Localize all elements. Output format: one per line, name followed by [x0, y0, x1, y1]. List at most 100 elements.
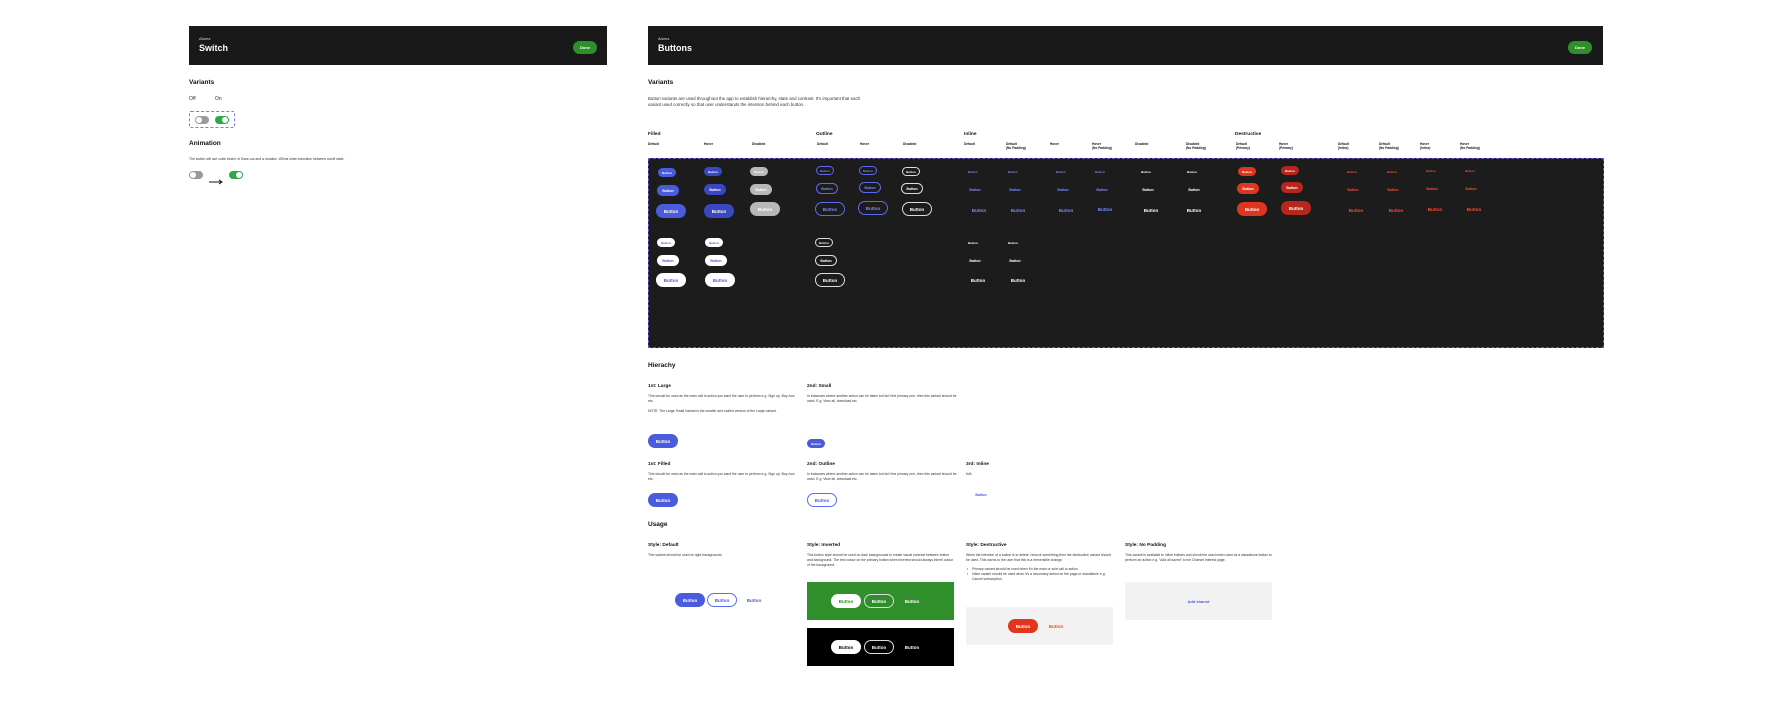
button-inline-hover-lg[interactable]: Button [1051, 203, 1081, 217]
button-inverted-outline-sm[interactable]: Button [815, 238, 833, 247]
buttons-title: Buttons [658, 43, 692, 53]
switch-knob [236, 172, 242, 178]
button-inverted-hover-lg[interactable]: Button [705, 273, 735, 287]
button-inverted-outline-md[interactable]: Button [815, 255, 837, 266]
button-inverted-default-sm[interactable]: Button [657, 238, 675, 247]
button-destructive-hover-sm[interactable]: Button [1281, 166, 1299, 175]
button-filled-hover-lg[interactable]: Button [704, 204, 734, 218]
button-inline-default-np-md[interactable]: Button [1004, 184, 1026, 195]
usage-destructive-title: Style: Destructive [966, 543, 1007, 548]
button-destructive-default-sm[interactable]: Button [1238, 167, 1256, 176]
usage-inverted-title: Style: Inverted [807, 543, 841, 548]
usage-default-outline-button[interactable]: Button [707, 593, 737, 607]
button-inline-default-lg[interactable]: Button [964, 203, 994, 217]
button-outline-hover-sm[interactable]: Button [859, 166, 877, 175]
button-destructive-inline-np-lg[interactable]: Button [1381, 203, 1411, 217]
switch-knob [222, 117, 228, 123]
button-inverted-default-md[interactable]: Button [657, 255, 679, 266]
button-filled-default-lg[interactable]: Button [656, 204, 686, 218]
switch-off[interactable] [195, 116, 209, 124]
usage-inverted-black-inline[interactable]: Button [897, 640, 927, 654]
col-inline-hover: Hover [1050, 142, 1060, 146]
button-inverted-inline-np-sm[interactable]: Button [1004, 238, 1022, 247]
button-inline-default-np-sm[interactable]: Button [1004, 167, 1022, 176]
button-filled-hover-md[interactable]: Button [704, 184, 726, 195]
button-filled-disabled-sm: Button [750, 167, 768, 176]
button-inverted-outline-lg[interactable]: Button [815, 273, 845, 287]
button-destructive-hover-np-sm[interactable]: Button [1461, 166, 1479, 175]
hierarchy-large: 1st: Large This should be used as the ma… [648, 384, 798, 414]
button-destructive-inline-np-md[interactable]: Button [1382, 184, 1404, 195]
hierarchy-outline-text: In instances where another action can be… [807, 472, 957, 481]
col-filled-default: Default [648, 142, 659, 146]
hierarchy-large-button[interactable]: Button [648, 434, 678, 448]
button-inline-hover-np-md[interactable]: Button [1091, 184, 1113, 195]
button-inline-hover-np-sm[interactable]: Button [1091, 167, 1109, 176]
usage-destructive-bullet-2-text: Inline variant should be used when it's … [972, 571, 1106, 581]
usage-default-inline-button[interactable]: Button [739, 593, 769, 607]
button-destructive-hover-np-lg[interactable]: Button [1459, 202, 1489, 216]
button-inline-default-sm[interactable]: Button [964, 167, 982, 176]
buttons-done-button[interactable]: Done [1568, 41, 1592, 54]
button-inline-hover-sm[interactable]: Button [1052, 167, 1070, 176]
button-inline-hover-md[interactable]: Button [1052, 184, 1074, 195]
hierarchy-inline-text: N/A [966, 472, 972, 476]
button-filled-default-md[interactable]: Button [657, 185, 679, 196]
button-destructive-inline-lg[interactable]: Button [1341, 203, 1371, 217]
hierarchy-inline-button[interactable]: Button [970, 489, 992, 500]
usage-destructive-text: When the intention of a button is to del… [966, 553, 1111, 562]
button-inverted-default-lg[interactable]: Button [656, 273, 686, 287]
button-outline-default-lg[interactable]: Button [815, 202, 845, 216]
hierarchy-filled-title: 1st: Filled [648, 462, 671, 467]
usage-inverted-green-inline[interactable]: Button [897, 594, 927, 608]
button-outline-hover-lg[interactable]: Button [858, 201, 888, 215]
hierarchy-filled-text: This should be used as the main call to … [648, 472, 795, 481]
button-destructive-hover-inline-lg[interactable]: Button [1420, 202, 1450, 216]
button-filled-hover-sm[interactable]: Button [704, 167, 722, 176]
button-inverted-hover-md[interactable]: Button [705, 255, 727, 266]
group-inline: Inline [964, 132, 977, 137]
switch-on[interactable] [215, 116, 229, 124]
button-outline-default-md[interactable]: Button [816, 183, 838, 194]
button-destructive-inline-sm[interactable]: Button [1343, 167, 1361, 176]
button-destructive-hover-lg[interactable]: Button [1281, 201, 1311, 215]
usage-destructive-primary-button[interactable]: Button [1008, 619, 1038, 633]
usage-inverted-green-filled[interactable]: Button [831, 594, 861, 608]
usage-inverted-green-outline[interactable]: Button [864, 594, 894, 608]
usage-inverted-black-outline[interactable]: Button [864, 640, 894, 654]
button-inline-hover-np-lg[interactable]: Button [1090, 202, 1120, 216]
button-inline-default-md[interactable]: Button [964, 184, 986, 195]
button-destructive-hover-np-md[interactable]: Button [1460, 183, 1482, 194]
col-filled-disabled: Disabled [752, 142, 766, 146]
usage-destructive-bullet-2: • Inline variant should be used when it'… [966, 572, 1114, 582]
button-inverted-inline-lg[interactable]: Button [963, 273, 993, 287]
button-inverted-inline-md[interactable]: Button [964, 255, 986, 266]
button-destructive-default-md[interactable]: Button [1237, 183, 1259, 194]
switch-done-button[interactable]: Done [573, 41, 597, 54]
button-destructive-default-lg[interactable]: Button [1237, 202, 1267, 216]
add-shared-button[interactable]: Add shared [1175, 596, 1222, 606]
button-inverted-inline-np-md[interactable]: Button [1004, 255, 1026, 266]
usage-destructive-inline-button[interactable]: Button [1041, 619, 1071, 633]
button-outline-hover-md[interactable]: Button [859, 182, 881, 193]
hierarchy-outline-button[interactable]: Button [807, 493, 837, 507]
button-destructive-hover-inline-sm[interactable]: Button [1422, 166, 1440, 175]
button-destructive-inline-np-sm[interactable]: Button [1383, 167, 1401, 176]
hierarchy-filled-button[interactable]: Button [648, 493, 678, 507]
usage-default-filled-button[interactable]: Button [675, 593, 705, 607]
button-inverted-hover-sm[interactable]: Button [705, 238, 723, 247]
hierarchy-small: 2nd: Small In instances where another ac… [807, 384, 957, 404]
button-inverted-inline-np-lg[interactable]: Button [1003, 273, 1033, 287]
usage-inverted-black-filled[interactable]: Button [831, 640, 861, 654]
button-filled-default-sm[interactable]: Button [658, 168, 676, 177]
col-inline-disabled: Disabled [1135, 142, 1149, 146]
button-destructive-hover-md[interactable]: Button [1281, 182, 1303, 193]
button-destructive-hover-inline-md[interactable]: Button [1421, 183, 1443, 194]
hierarchy-small-button[interactable]: Button [807, 439, 825, 448]
button-inline-default-np-lg[interactable]: Button [1003, 203, 1033, 217]
button-outline-default-sm[interactable]: Button [816, 166, 834, 175]
button-inverted-inline-sm[interactable]: Button [964, 238, 982, 247]
button-destructive-inline-md[interactable]: Button [1342, 184, 1364, 195]
usage-heading: Usage [648, 521, 668, 528]
col-inline-disabled-np: Disabled (No Padding) [1186, 142, 1206, 150]
